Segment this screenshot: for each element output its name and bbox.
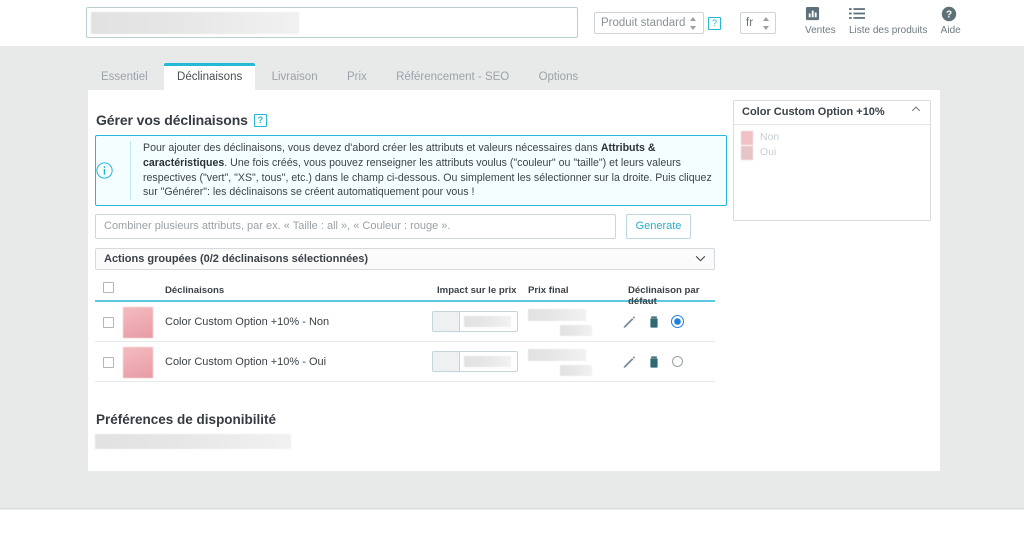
- attribute-value-oui[interactable]: Oui: [734, 146, 930, 161]
- pink-swatch-icon: [741, 146, 753, 160]
- pencil-icon[interactable]: [622, 355, 636, 369]
- footer-toolbar: Visualiser En ligne Enregistrer Duplique…: [0, 510, 1024, 558]
- impact-price-input-group[interactable]: [432, 311, 518, 332]
- default-combination-radio[interactable]: [672, 316, 683, 327]
- impact-price-prefix: [433, 312, 460, 331]
- table-header-row: Déclinaisons Impact sur le prix Prix fin…: [95, 278, 715, 307]
- attribute-value-list: Non Oui: [734, 125, 930, 161]
- top-header: Produit standard ? fr Ventes Liste des p…: [0, 0, 1024, 46]
- column-header-impact-prix: Impact sur le prix: [437, 285, 517, 296]
- info-alert-line1-c: .: [224, 156, 228, 169]
- attribute-group-title: Color Custom Option +10%: [742, 106, 885, 118]
- column-header-prix-final: Prix final: [528, 285, 569, 296]
- final-price-cell: [528, 349, 614, 377]
- product-name-input[interactable]: [86, 7, 578, 38]
- redacted-availability-content: [95, 434, 291, 449]
- combination-name: Color Custom Option +10% - Non: [165, 316, 330, 328]
- chevron-down-icon: [695, 255, 706, 262]
- attribute-group-header[interactable]: Color Custom Option +10%: [734, 101, 930, 125]
- row-checkbox[interactable]: [103, 357, 114, 368]
- attribute-group-panel: Color Custom Option +10% Non Oui: [733, 100, 931, 221]
- column-header-declinaisons: Déclinaisons: [165, 285, 225, 296]
- attribute-value-oui-label: Oui: [760, 146, 777, 158]
- final-price-cell: [528, 309, 614, 337]
- bar-chart-icon: [805, 6, 836, 23]
- tab-options[interactable]: Options: [526, 65, 592, 90]
- page-title: Gérer vos déclinaisons?: [96, 112, 267, 128]
- tab-declinaisons[interactable]: Déclinaisons: [164, 63, 256, 90]
- table-row: Color Custom Option +10% - Oui: [95, 342, 715, 382]
- product-edit-page: Produit standard ? fr Ventes Liste des p…: [0, 0, 1024, 558]
- header-action-sales-label: Ventes: [805, 25, 836, 36]
- info-alert-text: Pour ajouter des déclinaisons, vous deve…: [130, 141, 726, 200]
- redacted-final-price-line2: [560, 325, 592, 336]
- tab-prix[interactable]: Prix: [334, 65, 380, 90]
- tab-referencement-seo[interactable]: Référencement - SEO: [383, 65, 522, 90]
- header-action-product-list-label: Liste des produits: [848, 25, 928, 36]
- redacted-final-price-line1: [528, 309, 586, 321]
- product-tabs: Essentiel Déclinaisons Livraison Prix Ré…: [88, 63, 591, 90]
- product-type-select[interactable]: Produit standard: [594, 12, 704, 34]
- header-actions: Ventes Liste des produits ? Aide: [800, 6, 966, 42]
- impact-price-prefix: [433, 352, 460, 371]
- list-icon: [848, 6, 927, 23]
- info-alert-line1-a: Pour ajouter des déclinaisons, vous deve…: [143, 142, 601, 155]
- bulk-actions-label: Actions groupées (0/2 déclinaisons sélec…: [104, 253, 369, 265]
- attribute-value-non-label: Non: [760, 131, 780, 143]
- product-type-label: Produit standard: [601, 17, 686, 29]
- impact-price-input-group[interactable]: [432, 351, 518, 372]
- question-circle-icon: ?: [941, 6, 961, 23]
- info-alert: Pour ajouter des déclinaisons, vous deve…: [95, 135, 727, 206]
- row-checkbox[interactable]: [103, 317, 114, 328]
- tab-essentiel[interactable]: Essentiel: [88, 65, 161, 90]
- trash-icon[interactable]: [647, 315, 661, 329]
- tab-livraison[interactable]: Livraison: [259, 65, 331, 90]
- product-type-help-icon[interactable]: ?: [708, 17, 721, 30]
- select-all-checkbox[interactable]: [103, 282, 114, 293]
- chevron-updown-icon: [763, 16, 770, 31]
- section-help-icon[interactable]: ?: [253, 113, 267, 127]
- combination-thumbnail[interactable]: [123, 347, 153, 378]
- page-title-text: Gérer vos déclinaisons: [96, 112, 248, 128]
- combination-thumbnail[interactable]: [123, 307, 153, 338]
- info-alert-line2: Une fois créés, vous pouvez renseigner l…: [143, 156, 712, 199]
- info-circle-icon: [96, 162, 130, 179]
- redacted-impact-value: [464, 316, 511, 327]
- language-label: fr: [746, 17, 754, 29]
- redacted-impact-value: [464, 356, 511, 367]
- bulk-actions-dropdown[interactable]: Actions groupées (0/2 déclinaisons sélec…: [95, 248, 715, 270]
- svg-text:?: ?: [946, 10, 952, 21]
- header-action-help-label: Aide: [940, 25, 961, 36]
- combination-name: Color Custom Option +10% - Oui: [165, 356, 327, 368]
- redacted-final-price-line1: [528, 349, 586, 361]
- pencil-icon[interactable]: [622, 315, 636, 329]
- chevron-up-icon[interactable]: [911, 106, 921, 112]
- availability-preferences-title: Préférences de disponibilité: [96, 412, 277, 427]
- chevron-updown-icon: [690, 16, 697, 31]
- impact-price-input[interactable]: [460, 312, 517, 331]
- attribute-value-non[interactable]: Non: [734, 131, 930, 146]
- generate-button[interactable]: Generate: [626, 214, 691, 239]
- redacted-final-price-line2: [560, 365, 592, 376]
- header-action-product-list[interactable]: Liste des produits: [844, 6, 932, 36]
- language-select[interactable]: fr: [740, 12, 776, 34]
- combine-attributes-input[interactable]: Combiner plusieurs attributs, par ex. « …: [95, 214, 616, 239]
- table-row: Color Custom Option +10% - Non: [95, 302, 715, 342]
- combinations-table: Déclinaisons Impact sur le prix Prix fin…: [95, 278, 715, 382]
- default-combination-radio[interactable]: [672, 356, 683, 367]
- trash-icon[interactable]: [647, 355, 661, 369]
- header-action-help[interactable]: ? Aide: [936, 6, 966, 36]
- impact-price-input[interactable]: [460, 352, 517, 371]
- header-action-sales[interactable]: Ventes: [800, 6, 841, 36]
- redacted-product-name: [91, 12, 299, 34]
- pink-swatch-icon: [741, 131, 753, 145]
